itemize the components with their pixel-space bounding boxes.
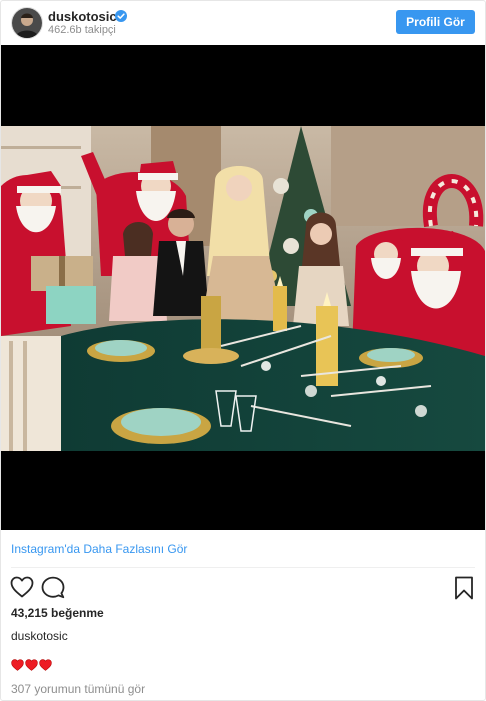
like-count[interactable]: 43,215 beğenme — [11, 606, 104, 620]
avatar[interactable] — [11, 7, 43, 39]
username[interactable]: duskotosic — [48, 9, 117, 24]
comment-bubble-icon[interactable] — [41, 576, 65, 604]
view-more-on-instagram-link[interactable]: Instagram'da Daha Fazlasını Gör — [11, 542, 187, 556]
follower-count: 462.6b takipçi — [48, 24, 116, 36]
red-heart-icon — [11, 658, 24, 676]
red-heart-icon — [25, 658, 38, 676]
instagram-embed-card: duskotosic 462.6b takipçi Profili Gör In… — [0, 0, 486, 701]
red-heart-icon — [39, 658, 52, 676]
post-header: duskotosic 462.6b takipçi Profili Gör — [1, 1, 485, 45]
bookmark-icon[interactable] — [454, 576, 474, 605]
caption-username[interactable]: duskotosic — [11, 629, 68, 643]
heart-outline-icon[interactable] — [10, 576, 34, 603]
post-media[interactable] — [1, 45, 485, 530]
post-photo[interactable] — [1, 126, 485, 451]
caption-text — [11, 658, 52, 676]
view-all-comments-link[interactable]: 307 yorumun tümünü gör — [11, 682, 145, 696]
divider — [11, 567, 475, 568]
verified-badge-icon — [115, 9, 127, 22]
view-profile-button[interactable]: Profili Gör — [396, 10, 475, 34]
